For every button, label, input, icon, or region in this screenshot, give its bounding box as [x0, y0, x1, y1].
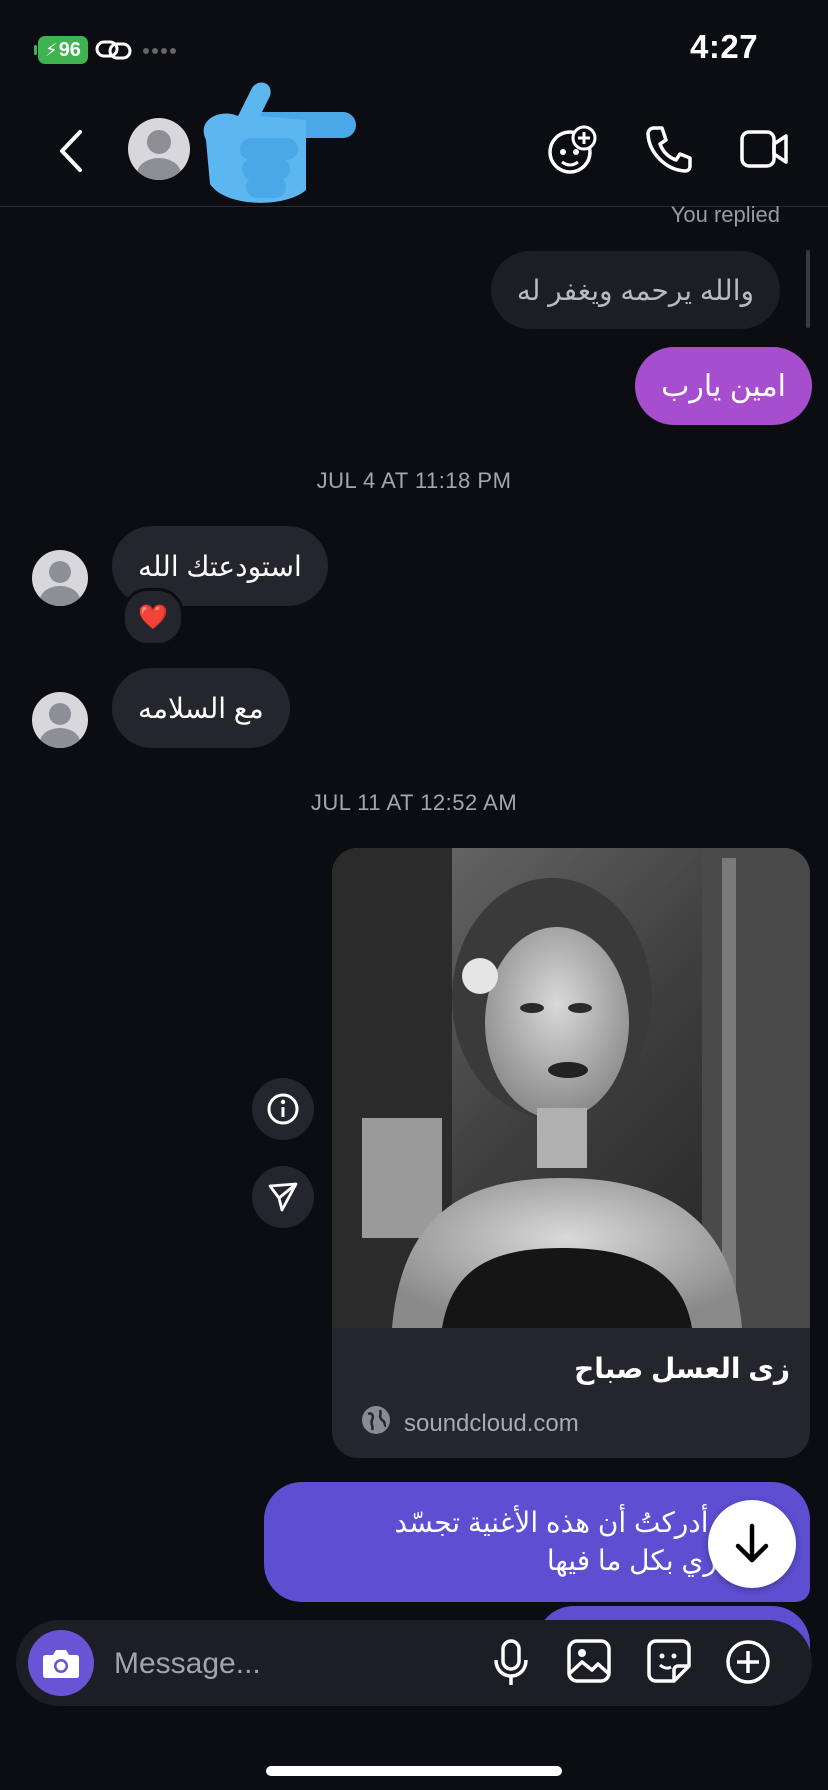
info-button[interactable]: [252, 1078, 314, 1140]
plus-circle-icon[interactable]: [724, 1638, 772, 1686]
link-domain: soundcloud.com: [404, 1410, 579, 1437]
timestamp: JUL 4 AT 11:18 PM: [316, 468, 512, 493]
person-silhouette-icon: [40, 561, 80, 606]
send-icon: [268, 1182, 298, 1212]
sent-message-bubble[interactable]: امين يارب: [635, 347, 812, 425]
you-replied-label: You replied: [670, 202, 780, 227]
back-icon[interactable]: [54, 126, 88, 176]
link-preview-card[interactable]: زى العسل صباح soundcloud.com: [332, 848, 810, 1458]
link-title: زى العسل صباح: [574, 1353, 790, 1384]
signal-icon: [143, 48, 176, 54]
gallery-icon[interactable]: [566, 1638, 612, 1684]
person-silhouette-icon: [40, 703, 80, 748]
heart-reaction-icon[interactable]: ❤️: [122, 588, 184, 646]
status-time: 4:27: [690, 28, 759, 65]
battery-level: 96: [58, 38, 81, 61]
pointing-hand-emoji-icon: [203, 82, 356, 203]
avatar[interactable]: [128, 118, 190, 180]
arrow-down-icon: [735, 1523, 769, 1563]
message-input[interactable]: [112, 1640, 476, 1688]
reaction-emoji: ❤️: [138, 603, 168, 631]
microphone-icon[interactable]: [492, 1638, 530, 1688]
received-message-bubble[interactable]: مع السلامه: [112, 668, 290, 748]
sender-avatar[interactable]: [32, 550, 88, 606]
sticker-icon[interactable]: [646, 1638, 692, 1684]
person-silhouette-icon: [137, 130, 181, 180]
add-person-icon[interactable]: [546, 124, 598, 176]
home-indicator[interactable]: [266, 1766, 562, 1776]
globe-icon: [362, 1406, 390, 1434]
link-icon: [95, 40, 132, 60]
phone-icon[interactable]: [644, 124, 694, 174]
timestamp: JUL 11 AT 12:52 AM: [310, 790, 518, 815]
video-icon[interactable]: [740, 124, 790, 174]
replied-message-bubble[interactable]: والله يرحمه ويغفر له: [490, 251, 780, 329]
scroll-to-bottom-button[interactable]: [708, 1500, 796, 1588]
info-icon: [267, 1093, 299, 1125]
battery-indicator: ⚡ 96: [38, 36, 88, 64]
camera-button[interactable]: [28, 1630, 94, 1696]
scrollbar[interactable]: [806, 250, 810, 328]
battery-tip: [34, 45, 37, 55]
sender-avatar[interactable]: [32, 692, 88, 748]
camera-icon: [43, 1650, 79, 1678]
video-thumbnail[interactable]: [332, 848, 810, 1328]
share-button[interactable]: [252, 1166, 314, 1228]
